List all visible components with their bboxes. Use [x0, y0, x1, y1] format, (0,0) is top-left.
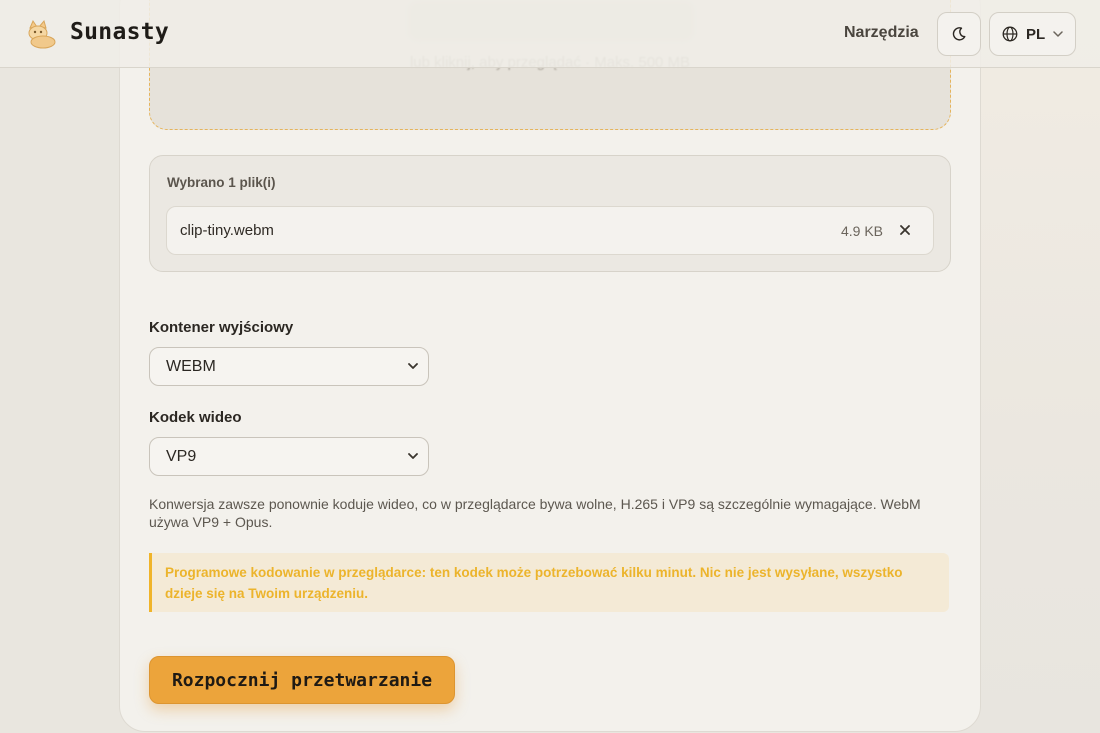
- chevron-down-icon: [408, 363, 418, 369]
- file-name: clip-tiny.webm: [180, 222, 274, 239]
- top-header: Sunasty Narzędzia PL: [0, 0, 1100, 68]
- language-selector[interactable]: PL: [989, 12, 1076, 56]
- nav-tools-link[interactable]: Narzędzia: [844, 24, 919, 42]
- container-select-value: WEBM: [166, 358, 216, 375]
- file-size: 4.9 KB: [840, 223, 883, 239]
- container-select[interactable]: WEBM: [149, 347, 429, 386]
- theme-toggle-button[interactable]: [937, 12, 981, 56]
- moon-icon: [952, 27, 966, 41]
- codec-label: Kodek wideo: [149, 409, 242, 426]
- selected-files-title: Wybrano 1 plik(i): [167, 175, 276, 190]
- remove-file-button[interactable]: [895, 220, 915, 240]
- selected-files-panel: Wybrano 1 plik(i) clip-tiny.webm 4.9 KB: [149, 155, 951, 272]
- chevron-down-icon: [1053, 30, 1063, 37]
- codec-select-value: VP9: [166, 448, 197, 465]
- start-processing-button[interactable]: Rozpocznij przetwarzanie: [149, 656, 455, 704]
- chevron-down-icon: [408, 453, 418, 459]
- language-code: PL: [1026, 25, 1046, 43]
- container-label: Kontener wyjściowy: [149, 319, 294, 336]
- conversion-note: Konwersja zawsze ponownie koduje wideo, …: [149, 496, 921, 530]
- file-item: clip-tiny.webm 4.9 KB: [166, 206, 934, 255]
- codec-select[interactable]: VP9: [149, 437, 429, 476]
- globe-icon: [1002, 26, 1018, 42]
- brand-name[interactable]: Sunasty: [70, 19, 169, 45]
- sunasty-logo-icon[interactable]: [24, 18, 58, 50]
- encoding-warning: Programowe kodowanie w przeglądarce: ten…: [149, 553, 949, 612]
- close-icon: [900, 225, 910, 235]
